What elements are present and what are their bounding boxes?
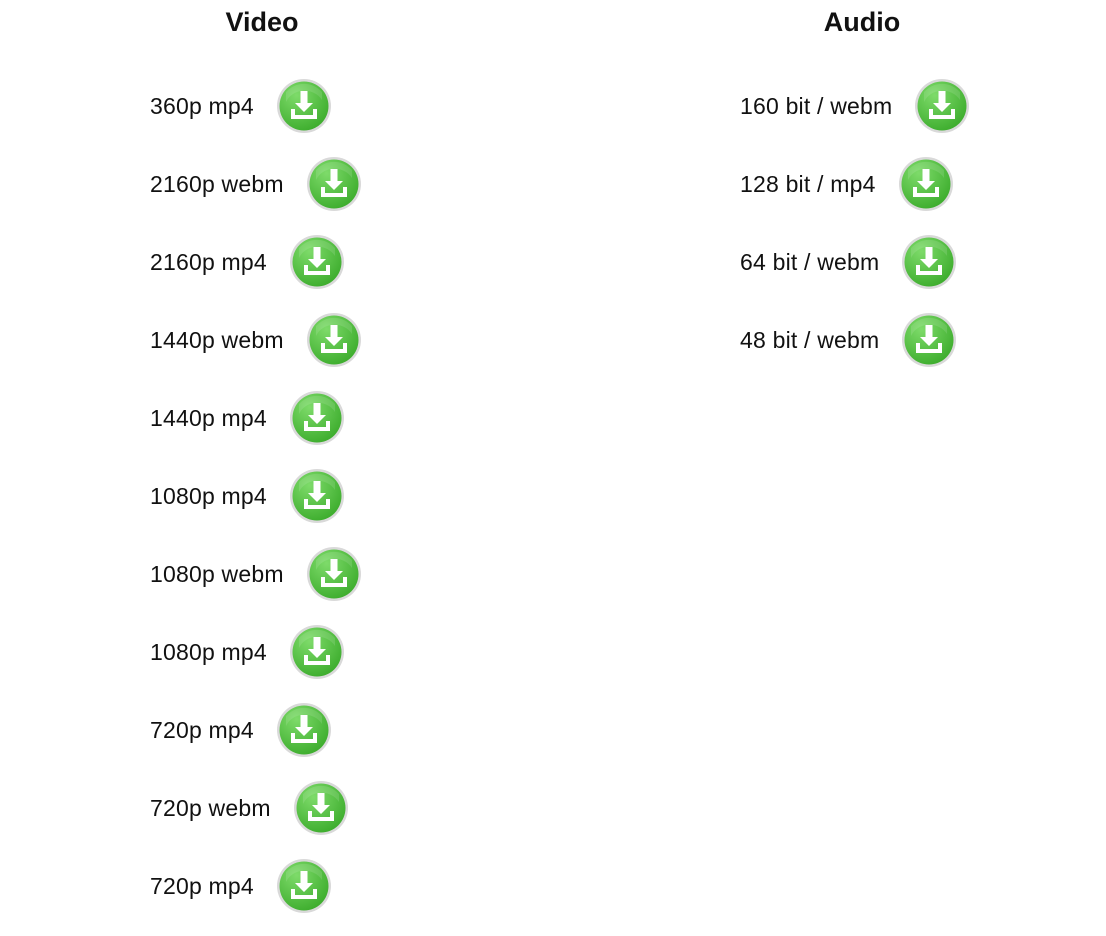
video-option-label: 1080p webm <box>150 561 284 587</box>
audio-option: 48 bit / webm <box>740 312 970 390</box>
audio-option-label: 48 bit / webm <box>740 327 880 353</box>
download-arrow-icon <box>276 79 331 133</box>
video-option-label: 2160p mp4 <box>150 249 267 275</box>
download-arrow-icon <box>915 79 970 133</box>
video-option-label: 720p mp4 <box>150 717 254 743</box>
video-option: 720p mp4 <box>150 858 362 936</box>
download-arrow-icon <box>902 313 957 367</box>
video-option: 2160p webm <box>150 156 362 234</box>
video-download-button[interactable] <box>306 546 362 602</box>
video-option-label: 1080p mp4 <box>150 639 267 665</box>
video-download-button[interactable] <box>276 858 332 914</box>
video-option: 720p webm <box>150 780 362 858</box>
download-arrow-icon <box>289 235 344 289</box>
video-option: 720p mp4 <box>150 702 362 780</box>
audio-download-list: 160 bit / webm 128 bit / mp4 64 bit / webm… <box>740 78 970 390</box>
video-option: 360p mp4 <box>150 78 362 156</box>
download-arrow-icon <box>898 157 953 211</box>
video-option-label: 720p mp4 <box>150 873 254 899</box>
download-arrow-icon <box>289 625 344 679</box>
video-download-button[interactable] <box>289 468 345 524</box>
video-download-button[interactable] <box>276 78 332 134</box>
download-arrow-icon <box>276 703 331 757</box>
download-arrow-icon <box>293 781 348 835</box>
download-arrow-icon <box>902 235 957 289</box>
audio-download-button[interactable] <box>901 312 957 368</box>
video-option: 1440p webm <box>150 312 362 390</box>
video-download-button[interactable] <box>289 390 345 446</box>
video-download-button[interactable] <box>293 780 349 836</box>
audio-download-button[interactable] <box>898 156 954 212</box>
audio-option-label: 128 bit / mp4 <box>740 171 876 197</box>
video-option-label: 1440p webm <box>150 327 284 353</box>
video-option: 1080p webm <box>150 546 362 624</box>
video-download-list: 360p mp4 2160p webm 2160p mp4 1440p webm 144… <box>150 78 362 936</box>
video-option: 2160p mp4 <box>150 234 362 312</box>
audio-download-button[interactable] <box>914 78 970 134</box>
download-arrow-icon <box>306 547 361 601</box>
video-option-label: 2160p webm <box>150 171 284 197</box>
download-arrow-icon <box>306 157 361 211</box>
audio-heading: Audio <box>823 7 901 37</box>
audio-option: 64 bit / webm <box>740 234 970 312</box>
video-option-label: 1440p mp4 <box>150 405 267 431</box>
video-download-button[interactable] <box>289 624 345 680</box>
video-option: 1440p mp4 <box>150 390 362 468</box>
video-option-label: 1080p mp4 <box>150 483 267 509</box>
video-download-button[interactable] <box>289 234 345 290</box>
video-download-button[interactable] <box>306 156 362 212</box>
audio-option-label: 64 bit / webm <box>740 249 880 275</box>
video-option-label: 360p mp4 <box>150 93 254 119</box>
audio-option-label: 160 bit / webm <box>740 93 893 119</box>
audio-download-button[interactable] <box>901 234 957 290</box>
audio-option: 128 bit / mp4 <box>740 156 970 234</box>
video-heading: Video <box>225 7 299 37</box>
video-download-button[interactable] <box>306 312 362 368</box>
download-arrow-icon <box>276 859 331 913</box>
video-download-button[interactable] <box>276 702 332 758</box>
video-option: 1080p mp4 <box>150 468 362 546</box>
download-arrow-icon <box>289 391 344 445</box>
download-arrow-icon <box>306 313 361 367</box>
audio-option: 160 bit / webm <box>740 78 970 156</box>
video-option-label: 720p webm <box>150 795 271 821</box>
download-arrow-icon <box>289 469 344 523</box>
video-option: 1080p mp4 <box>150 624 362 702</box>
